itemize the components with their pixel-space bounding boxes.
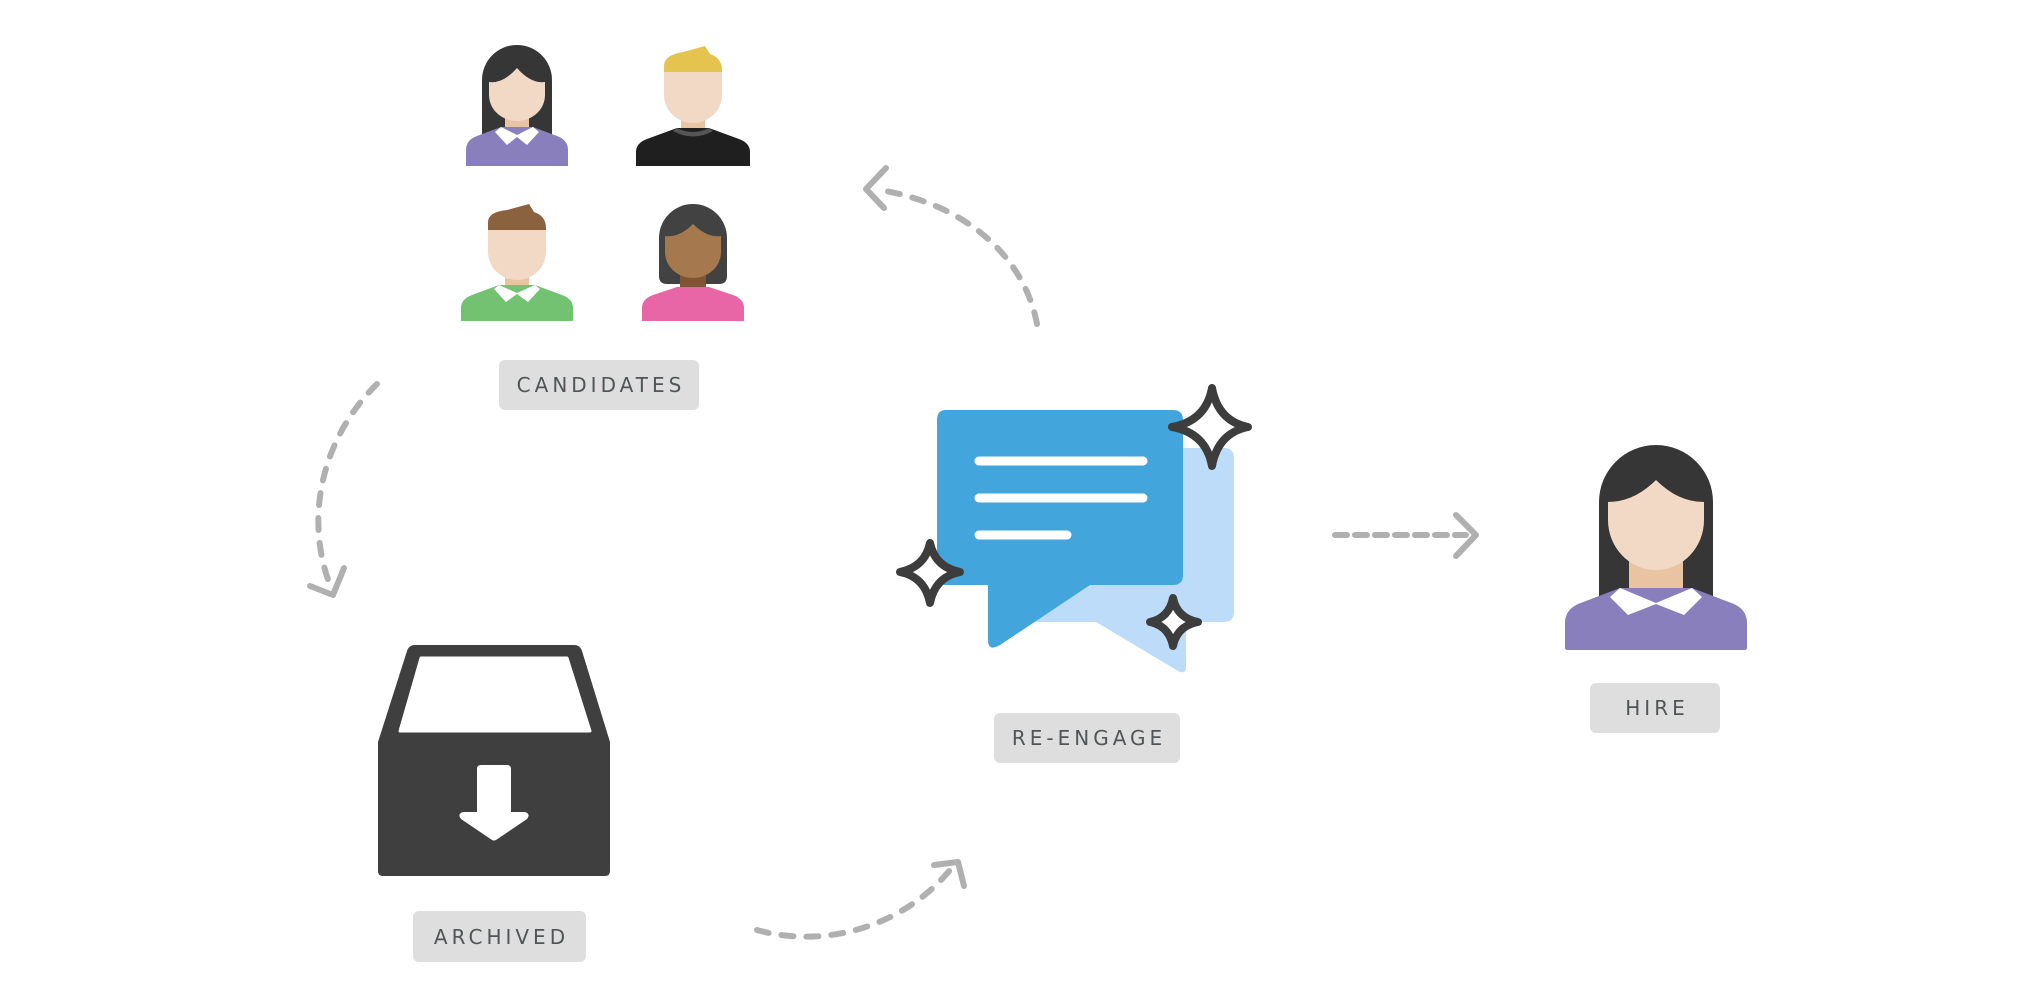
archive-box-icon (378, 645, 610, 876)
candidate-avatar-man-blond (636, 46, 750, 166)
candidate-avatar-woman-purple (466, 45, 568, 166)
arrow-candidates-to-archived (307, 381, 380, 598)
candidate-avatar-woman-pink (642, 204, 744, 321)
candidate-avatar-man-green (461, 204, 573, 321)
arrow-reengage-to-hire (1332, 512, 1479, 559)
hire-label: HIRE (1590, 683, 1720, 733)
candidates-label: CANDIDATES (499, 360, 699, 410)
diagram-canvas (307, 45, 1747, 940)
archived-label: ARCHIVED (413, 911, 586, 962)
hire-person-icon (1565, 445, 1747, 650)
recruiting-cycle-diagram: CANDIDATES ARCHIVED RE-ENGAGE HIRE (0, 0, 2040, 1002)
arrow-reengage-to-candidates (863, 165, 1040, 327)
arrow-archived-to-reengage (754, 859, 967, 940)
chat-bubbles-icon (937, 410, 1234, 673)
re-engage-label: RE-ENGAGE (994, 713, 1180, 763)
